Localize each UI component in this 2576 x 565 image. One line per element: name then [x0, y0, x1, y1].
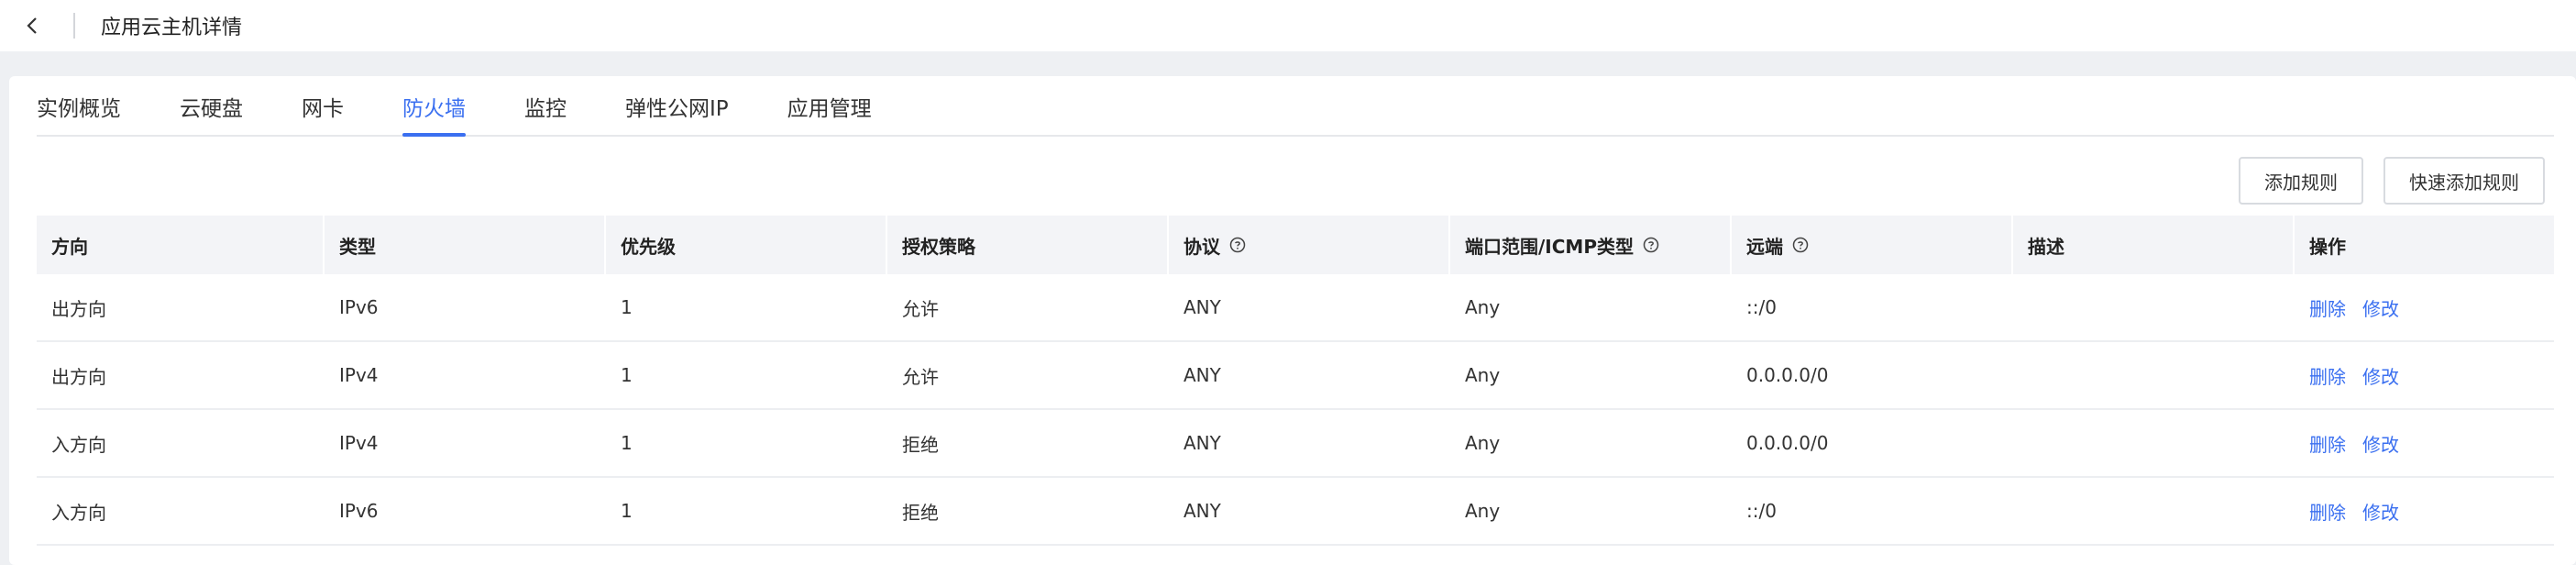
- cell-actions: 删除 修改: [2295, 410, 2554, 476]
- page-title: 应用云主机详情: [101, 17, 243, 39]
- edit-link[interactable]: 修改: [2362, 362, 2399, 389]
- table-row: 出方向 IPv6 1 允许 ANY Any ::/0 删除 修改: [37, 274, 2554, 342]
- cell-remote: 0.0.0.0/0: [1746, 432, 1829, 454]
- cell-protocol: ANY: [1183, 296, 1221, 318]
- cell-protocol: ANY: [1183, 364, 1221, 386]
- cell-port: Any: [1465, 296, 1501, 318]
- table-row: 入方向 IPv6 1 拒绝 ANY Any ::/0 删除 修改: [37, 478, 2554, 546]
- back-button[interactable]: [6, 0, 61, 51]
- edit-link[interactable]: 修改: [2362, 294, 2399, 321]
- cell-priority: 1: [621, 432, 633, 454]
- cell-type: IPv6: [339, 500, 379, 522]
- cell-policy: 允许: [902, 365, 939, 388]
- col-description: 描述: [2013, 216, 2295, 274]
- tab-overview[interactable]: 实例概览: [37, 74, 121, 135]
- table-actions: 添加规则 快速添加规则: [2239, 157, 2545, 205]
- cell-remote: 0.0.0.0/0: [1746, 364, 1829, 386]
- add-rule-button[interactable]: 添加规则: [2239, 157, 2363, 205]
- cell-description: [2013, 410, 2295, 476]
- col-priority: 优先级: [606, 216, 887, 274]
- col-remote: 远端: [1732, 216, 2013, 274]
- tab-app-management[interactable]: 应用管理: [787, 74, 872, 135]
- cell-direction: 入方向: [51, 501, 106, 524]
- chevron-left-icon: [27, 17, 37, 34]
- detail-card: 实例概览 云硬盘 网卡 防火墙 监控 弹性公网IP 应用管理 添加规则 快速添加…: [9, 76, 2576, 565]
- cell-policy: 拒绝: [902, 501, 939, 524]
- cell-port: Any: [1465, 364, 1501, 386]
- col-actions: 操作: [2309, 235, 2346, 258]
- help-icon[interactable]: [1229, 237, 1246, 253]
- cell-direction: 入方向: [51, 433, 106, 456]
- page-header: 应用云主机详情: [0, 0, 2576, 51]
- col-direction: 方向: [37, 216, 325, 274]
- table-header-row: 方向 类型 优先级 授权策略 协议 端口范围/ICMP类型 远端 描述 操作: [37, 216, 2554, 274]
- firewall-rules-table: 方向 类型 优先级 授权策略 协议 端口范围/ICMP类型 远端 描述 操作 出…: [37, 216, 2554, 546]
- delete-link[interactable]: 删除: [2309, 498, 2346, 525]
- edit-link[interactable]: 修改: [2362, 430, 2399, 457]
- cell-port: Any: [1465, 432, 1501, 454]
- cell-description: [2013, 478, 2295, 544]
- help-icon[interactable]: [1792, 237, 1809, 253]
- cell-actions: 删除 修改: [2295, 274, 2554, 340]
- edit-link[interactable]: 修改: [2362, 498, 2399, 525]
- tab-elastic-ip[interactable]: 弹性公网IP: [625, 74, 729, 135]
- cell-type: IPv4: [339, 432, 379, 454]
- cell-actions: 删除 修改: [2295, 342, 2554, 408]
- cell-type: IPv6: [339, 296, 379, 318]
- tab-nic[interactable]: 网卡: [302, 74, 344, 135]
- table-row: 出方向 IPv4 1 允许 ANY Any 0.0.0.0/0 删除 修改: [37, 342, 2554, 410]
- cell-protocol: ANY: [1183, 432, 1221, 454]
- tab-firewall[interactable]: 防火墙: [402, 74, 466, 137]
- header-divider: [73, 13, 75, 39]
- cell-policy: 允许: [902, 297, 939, 320]
- cell-policy: 拒绝: [902, 433, 939, 456]
- cell-remote: ::/0: [1746, 296, 1777, 318]
- cell-remote: ::/0: [1746, 500, 1777, 522]
- cell-description: [2013, 274, 2295, 340]
- cell-direction: 出方向: [51, 297, 106, 320]
- cell-priority: 1: [621, 500, 633, 522]
- col-policy: 授权策略: [887, 216, 1169, 274]
- col-port-range: 端口范围/ICMP类型: [1450, 216, 1732, 274]
- tab-bar: 实例概览 云硬盘 网卡 防火墙 监控 弹性公网IP 应用管理: [37, 76, 2554, 137]
- quick-add-rule-button[interactable]: 快速添加规则: [2383, 157, 2545, 205]
- cell-direction: 出方向: [51, 365, 106, 388]
- table-row: 入方向 IPv4 1 拒绝 ANY Any 0.0.0.0/0 删除 修改: [37, 410, 2554, 478]
- tab-cloud-disk[interactable]: 云硬盘: [180, 74, 243, 135]
- col-type: 类型: [325, 216, 606, 274]
- cell-priority: 1: [621, 364, 633, 386]
- cell-protocol: ANY: [1183, 500, 1221, 522]
- col-protocol: 协议: [1169, 216, 1450, 274]
- cell-port: Any: [1465, 500, 1501, 522]
- delete-link[interactable]: 删除: [2309, 294, 2346, 321]
- cell-priority: 1: [621, 296, 633, 318]
- cell-description: [2013, 342, 2295, 408]
- delete-link[interactable]: 删除: [2309, 362, 2346, 389]
- delete-link[interactable]: 删除: [2309, 430, 2346, 457]
- help-icon[interactable]: [1643, 237, 1659, 253]
- tab-monitor[interactable]: 监控: [524, 74, 567, 135]
- cell-actions: 删除 修改: [2295, 478, 2554, 544]
- cell-type: IPv4: [339, 364, 379, 386]
